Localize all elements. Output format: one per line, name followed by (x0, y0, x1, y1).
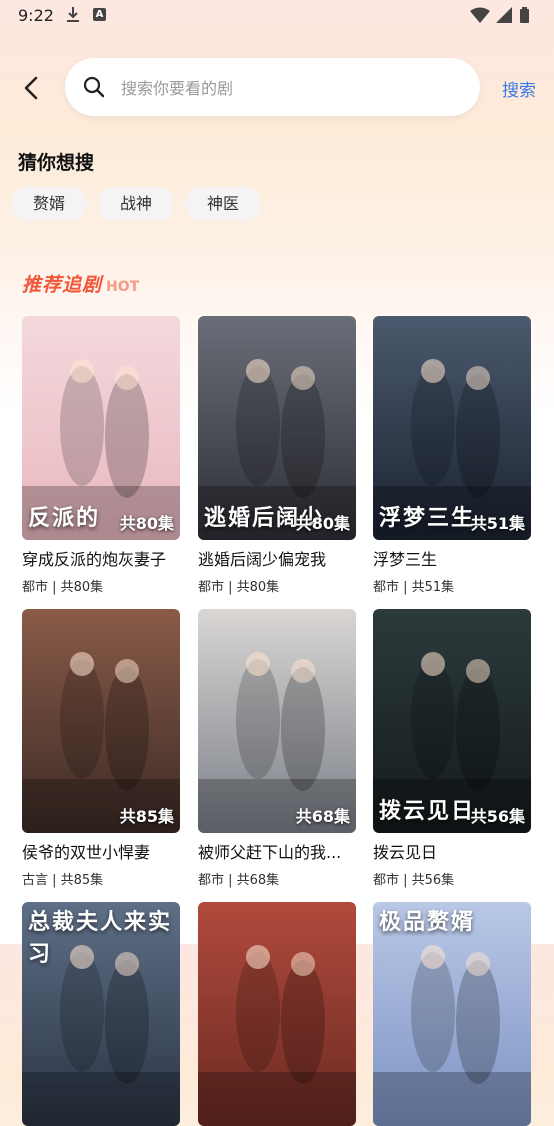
episode-count-badge: 共56集 (470, 807, 525, 826)
drama-card[interactable]: 极品赘婿 (373, 902, 531, 1126)
guess-chips: 赘婿 战神 神医 (11, 187, 262, 221)
hot-badge: HOT (106, 279, 140, 295)
drama-meta: 都市 | 共80集 (22, 580, 104, 595)
drama-title: 逃婚后阔少偏宠我 (198, 550, 327, 569)
drama-card[interactable] (198, 902, 356, 1126)
search-chip[interactable]: 战神 (98, 187, 175, 221)
episode-count-badge: 共51集 (470, 514, 525, 533)
wifi-icon (470, 7, 490, 23)
drama-poster[interactable]: 浮梦三生 共51集 (373, 316, 531, 540)
drama-card[interactable]: 反派的 共80集穿成反派的炮灰妻子都市 | 共80集 (22, 316, 180, 595)
status-bar: 9:22 A (0, 0, 554, 32)
drama-meta: 都市 | 共68集 (198, 873, 280, 888)
system-status-icons (470, 7, 529, 23)
search-icon (83, 76, 105, 98)
poster-title-art: 拨云见日 (379, 799, 476, 824)
drama-poster[interactable]: 共85集 (22, 609, 180, 833)
episode-count-badge: 共68集 (295, 807, 350, 826)
drama-meta: 古言 | 共85集 (22, 873, 104, 888)
status-time: 9:22 (18, 6, 54, 25)
poster-image (22, 609, 180, 833)
drama-card[interactable]: 总裁夫人来实习 (22, 902, 180, 1126)
drama-title: 侯爷的双世小悍妻 (22, 843, 151, 862)
drama-card[interactable]: 逃婚后阔少 共80集逃婚后阔少偏宠我都市 | 共80集 (198, 316, 356, 595)
font-indicator-icon: A (93, 8, 106, 21)
drama-poster[interactable]: 拨云见日 共56集 (373, 609, 531, 833)
poster-title-art: 反派的 (28, 506, 101, 531)
search-chip[interactable]: 神医 (185, 187, 262, 221)
drama-poster[interactable]: 极品赘婿 (373, 902, 531, 1126)
poster-image (198, 609, 356, 833)
drama-title: 浮梦三生 (373, 550, 438, 569)
drama-poster[interactable]: 反派的 共80集 (22, 316, 180, 540)
drama-title: 被师父赶下山的我... (198, 843, 342, 862)
episode-count-badge: 共80集 (119, 514, 174, 533)
drama-title: 拨云见日 (373, 843, 438, 862)
drama-meta: 都市 | 共80集 (198, 580, 280, 595)
episode-count-badge: 共80集 (295, 514, 350, 533)
recommend-header: 推荐追剧 HOT (22, 270, 139, 297)
drama-poster[interactable]: 逃婚后阔少 共80集 (198, 316, 356, 540)
drama-poster[interactable] (198, 902, 356, 1126)
drama-card[interactable]: 拨云见日 共56集 拨云见日 都市 | 共56集 (373, 609, 531, 888)
poster-image (198, 902, 356, 1126)
drama-title: 穿成反派的炮灰妻子 (22, 550, 167, 569)
drama-meta: 都市 | 共51集 (373, 580, 455, 595)
download-icon (67, 7, 79, 22)
search-button[interactable]: 搜索 (502, 76, 536, 101)
guess-section-title: 猜你想搜 (18, 152, 95, 174)
back-arrow-icon[interactable] (18, 74, 46, 102)
poster-title-art: 总裁夫人来实习 (28, 910, 173, 967)
battery-icon (520, 9, 529, 23)
drama-card[interactable]: 共68集被师父赶下山的我... 都市 | 共68集 (198, 609, 356, 888)
drama-card[interactable]: 浮梦三生 共51集 浮梦三生 都市 | 共51集 (373, 316, 531, 595)
drama-meta: 都市 | 共56集 (373, 873, 455, 888)
drama-poster[interactable]: 共68集 (198, 609, 356, 833)
episode-count-badge: 共85集 (119, 807, 174, 826)
poster-title-art: 极品赘婿 (379, 910, 476, 935)
signal-icon (496, 7, 512, 23)
poster-title-art: 浮梦三生 (379, 506, 476, 531)
drama-poster[interactable]: 总裁夫人来实习 (22, 902, 180, 1126)
search-bar: 搜索 (0, 58, 554, 116)
recommend-title: 推荐追剧 (22, 274, 103, 296)
search-input[interactable] (119, 72, 463, 104)
search-field-container[interactable] (65, 58, 480, 116)
drama-card[interactable]: 共85集侯爷的双世小悍妻古言 | 共85集 (22, 609, 180, 888)
search-chip[interactable]: 赘婿 (11, 187, 88, 221)
